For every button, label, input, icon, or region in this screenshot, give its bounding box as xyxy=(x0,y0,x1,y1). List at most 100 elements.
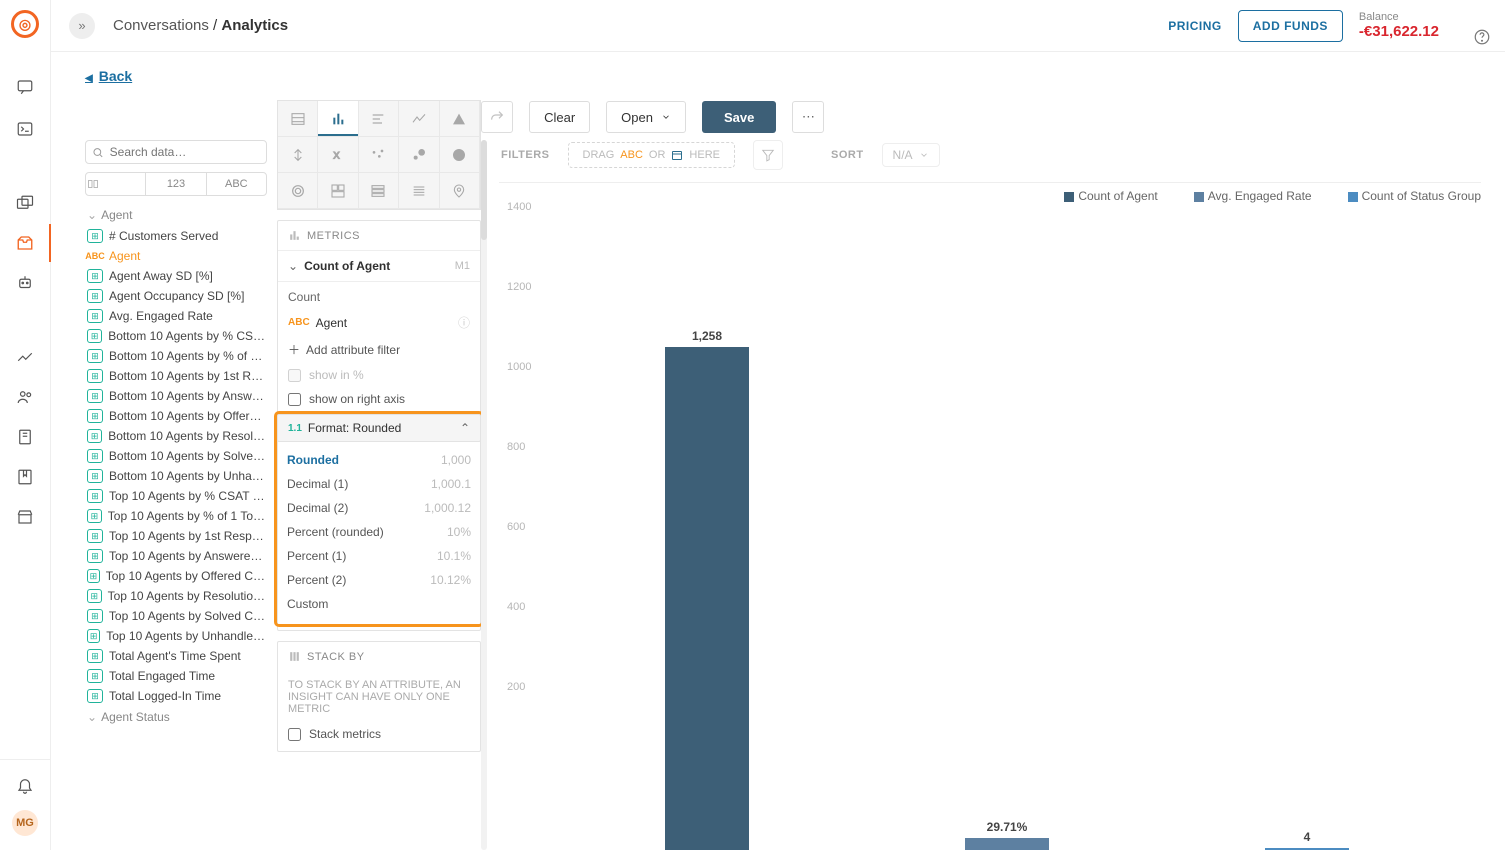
format-prefix-icon: 1.1 xyxy=(288,423,302,434)
dataset-icon: ⊞ xyxy=(87,389,103,403)
back-link[interactable]: Back xyxy=(85,68,132,84)
chart-type-option[interactable] xyxy=(399,101,439,137)
catalogue-item-label: Bottom 10 Agents by Unha… xyxy=(109,469,264,483)
format-option[interactable]: Percent (1)10.1% xyxy=(287,544,471,568)
catalogue-item[interactable]: ⊞Top 10 Agents by % of 1 To… xyxy=(85,506,267,526)
tab-abc[interactable]: ABC xyxy=(206,173,266,195)
bookmark-icon[interactable] xyxy=(14,466,36,488)
chart-type-option[interactable] xyxy=(359,137,399,173)
add-attribute-filter[interactable]: ＋Add attribute filter xyxy=(288,341,470,358)
catalogue-item[interactable]: ⊞Bottom 10 Agents by Offer… xyxy=(85,406,267,426)
attribute-chip[interactable]: ABC Agent ⓘ xyxy=(288,314,470,331)
chart-type-option[interactable] xyxy=(399,137,439,173)
catalogue-item[interactable]: ⊞# Customers Served xyxy=(85,226,267,246)
chart-type-option[interactable] xyxy=(399,173,439,209)
avatar[interactable]: MG xyxy=(12,810,38,836)
catalogue-item[interactable]: ⊞Top 10 Agents by 1st Resp… xyxy=(85,526,267,546)
format-option[interactable]: Custom xyxy=(287,592,471,616)
filter-button[interactable] xyxy=(753,140,783,170)
bell-icon[interactable] xyxy=(14,774,36,796)
book-icon[interactable] xyxy=(14,426,36,448)
catalogue-item[interactable]: ⊞Top 10 Agents by Offered C… xyxy=(85,566,267,586)
expand-rail-button[interactable]: » xyxy=(69,13,95,39)
chart-type-option[interactable] xyxy=(359,101,399,137)
catalogue-group-header[interactable]: Agent xyxy=(85,204,267,226)
chart-type-option[interactable] xyxy=(278,173,318,209)
catalogue-item-label: Bottom 10 Agents by Answ… xyxy=(109,389,264,403)
catalogue-item[interactable]: ⊞ Bottom 10 Agents by Answ… xyxy=(85,386,267,406)
catalogue-item[interactable]: ⊞Top 10 Agents by Answere… xyxy=(85,546,267,566)
catalogue-item[interactable]: ⊞Agent Away SD [%] xyxy=(85,266,267,286)
catalogue-group-header[interactable]: Agent Status xyxy=(85,706,267,728)
catalogue-item[interactable]: ⊞Total Logged-In Time xyxy=(85,686,267,706)
brand-logo[interactable]: ◎ xyxy=(11,10,39,38)
help-icon[interactable] xyxy=(1473,28,1491,46)
legend-item[interactable]: Avg. Engaged Rate xyxy=(1176,189,1312,203)
format-option[interactable]: Decimal (2)1,000.12 xyxy=(287,496,471,520)
terminal-icon[interactable] xyxy=(14,118,36,140)
cards-icon[interactable] xyxy=(14,192,36,214)
format-option[interactable]: Percent (2)10.12% xyxy=(287,568,471,592)
catalogue-item[interactable]: ⊞Bottom 10 Agents by Unha… xyxy=(85,466,267,486)
add-funds-button[interactable]: ADD FUNDS xyxy=(1238,10,1343,42)
y-tick: 1200 xyxy=(507,281,531,293)
format-option[interactable]: Decimal (1)1,000.1 xyxy=(287,472,471,496)
catalogue-item[interactable]: ⊞Top 10 Agents by Resolutio… xyxy=(85,586,267,606)
tab-all-icon[interactable] xyxy=(86,173,145,195)
pricing-link[interactable]: PRICING xyxy=(1168,19,1222,33)
catalogue-item[interactable]: ⊞Total Agent's Time Spent xyxy=(85,646,267,666)
format-option[interactable]: Rounded1,000 xyxy=(287,448,471,472)
catalogue-item-label: Bottom 10 Agents by Solve… xyxy=(109,449,265,463)
y-tick: 1400 xyxy=(507,201,531,213)
catalogue-item-label: Avg. Engaged Rate xyxy=(109,309,213,323)
stack-metrics-checkbox[interactable]: Stack metrics xyxy=(278,723,480,751)
legend-item[interactable]: Count of Agent xyxy=(1046,189,1157,203)
chart-type-option[interactable] xyxy=(440,137,480,173)
chart-type-option[interactable]: X xyxy=(318,137,358,173)
stack-icon xyxy=(288,650,301,663)
catalogue-item[interactable]: ⊞Bottom 10 Agents by 1st R… xyxy=(85,366,267,386)
catalogue-item[interactable]: ⊞Total Engaged Time xyxy=(85,666,267,686)
chart-type-option[interactable] xyxy=(278,101,318,137)
chart-type-option[interactable] xyxy=(318,173,358,209)
sort-select[interactable]: N/A xyxy=(882,143,940,167)
trend-icon[interactable] xyxy=(14,346,36,368)
catalogue-item[interactable]: ⊞Agent Occupancy SD [%] xyxy=(85,286,267,306)
catalogue-item[interactable]: ⊞Bottom 10 Agents by % CS… xyxy=(85,326,267,346)
search-input[interactable] xyxy=(110,145,260,159)
show-in-percent-checkbox[interactable]: show in % xyxy=(288,368,470,382)
tab-numbers[interactable]: 123 xyxy=(145,173,205,195)
balance: Balance -€31,622.12 xyxy=(1359,11,1439,40)
format-option[interactable]: Percent (rounded)10% xyxy=(287,520,471,544)
dataset-icon: ⊞ xyxy=(87,369,103,383)
dataset-icon: ⊞ xyxy=(87,489,103,503)
bot-icon[interactable] xyxy=(14,272,36,294)
help-icon[interactable]: ⓘ xyxy=(458,314,470,331)
catalogue-item[interactable]: ⊞Top 10 Agents by Solved C… xyxy=(85,606,267,626)
catalogue-item[interactable]: ⊞Top 10 Agents by Unhandle… xyxy=(85,626,267,646)
format-selector[interactable]: 1.1 Format: Rounded ⌃ xyxy=(277,414,481,442)
store-icon[interactable] xyxy=(14,506,36,528)
catalogue-item[interactable]: ⊞Bottom 10 Agents by % of … xyxy=(85,346,267,366)
dataset-icon: ⊞ xyxy=(87,589,102,603)
catalogue-item[interactable]: ⊞Bottom 10 Agents by Resol… xyxy=(85,426,267,446)
catalogue-list[interactable]: Agent⊞# Customers ServedABCAgent⊞Agent A… xyxy=(85,204,267,850)
catalogue-item[interactable]: ⊞Avg. Engaged Rate xyxy=(85,306,267,326)
catalogue-item[interactable]: ABCAgent xyxy=(85,246,267,266)
catalogue-item[interactable]: ⊞Top 10 Agents by % CSAT … xyxy=(85,486,267,506)
chart-type-option[interactable] xyxy=(318,101,358,137)
catalogue-item-label: Total Engaged Time xyxy=(109,669,215,683)
filters-dropzone[interactable]: DRAG ABC OR HERE xyxy=(568,142,735,168)
inbox-icon[interactable] xyxy=(14,232,36,254)
metric-row[interactable]: ⌄ Count of Agent M1 xyxy=(278,250,480,282)
y-tick: 600 xyxy=(507,521,525,533)
people-icon[interactable] xyxy=(14,386,36,408)
catalogue-item[interactable]: ⊞Bottom 10 Agents by Solve… xyxy=(85,446,267,466)
chat-icon[interactable] xyxy=(14,76,36,98)
chart-type-option[interactable] xyxy=(440,101,480,137)
legend-item[interactable]: Count of Status Group xyxy=(1330,189,1481,203)
chart-type-option[interactable] xyxy=(278,137,318,173)
show-on-right-axis-checkbox[interactable]: show on right axis xyxy=(288,392,470,406)
chart-type-option[interactable] xyxy=(359,173,399,209)
chart-type-option[interactable] xyxy=(440,173,480,209)
